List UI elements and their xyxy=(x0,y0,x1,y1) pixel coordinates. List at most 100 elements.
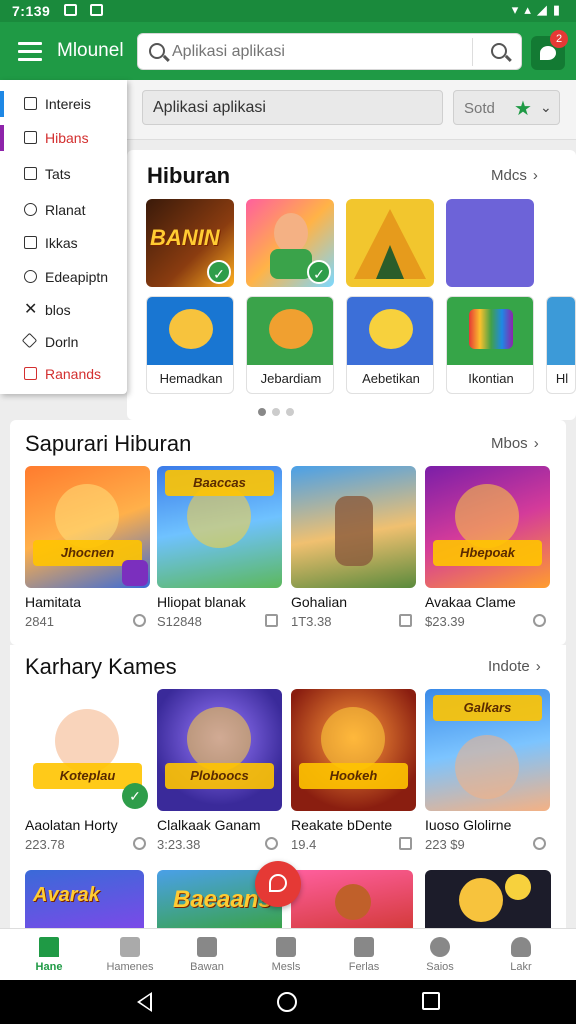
app-name: Jebardiam xyxy=(260,371,322,386)
game-name: Gohalian xyxy=(291,594,348,610)
game-count: 2841 xyxy=(25,614,54,629)
more-link[interactable]: Mdcs › xyxy=(491,167,538,184)
drawer-item-label: blos xyxy=(45,302,71,318)
book-icon xyxy=(354,937,374,957)
app-tile[interactable] xyxy=(446,199,534,287)
game-name: Aaolatan Horty xyxy=(25,817,118,833)
back-icon[interactable] xyxy=(137,992,152,1012)
system-navigation-bar xyxy=(0,980,576,1024)
game-name: Reakate bDente xyxy=(291,817,393,833)
app-art xyxy=(547,297,575,365)
search-bar[interactable] xyxy=(137,33,522,70)
game-count: $23.39 xyxy=(425,614,465,629)
bottom-navigation: Hane Hamenes Bawan Mesls Ferlas Saios La… xyxy=(0,928,576,980)
game-thumbnail: Baaccas xyxy=(157,466,282,588)
carousel-dots xyxy=(258,403,300,421)
carousel-dot[interactable] xyxy=(272,408,280,416)
info-icon xyxy=(133,614,146,627)
nav-item-home[interactable]: Hane xyxy=(8,929,90,981)
drawer-item-dorln[interactable]: Dorln xyxy=(0,327,127,357)
diamond-icon xyxy=(21,332,38,349)
app-card[interactable]: Ikontian xyxy=(446,296,534,394)
drawer-item-hibans[interactable]: Hibans xyxy=(0,123,127,153)
chevron-right-icon: › xyxy=(533,435,539,452)
more-label: Mbos xyxy=(491,435,528,452)
drawer-item-ranands[interactable]: Ranands xyxy=(0,359,127,389)
game-name: Hliopat blanak xyxy=(157,594,246,610)
character-art xyxy=(169,309,213,349)
drawer-item-rlanat[interactable]: Rlanat xyxy=(0,195,127,225)
character-art xyxy=(270,249,312,279)
drawer-item-tats[interactable]: Tats xyxy=(0,159,127,189)
nav-label: Lakr xyxy=(510,961,532,973)
sort-dropdown[interactable]: Sotd ★ ⌄ xyxy=(453,90,560,125)
section-title: Sapurari Hiburan xyxy=(25,431,192,456)
app-tile[interactable] xyxy=(346,199,434,287)
filter-input[interactable]: Aplikasi aplikasi xyxy=(142,90,443,125)
document-icon xyxy=(276,937,296,957)
nav-item-ferlas[interactable]: Ferlas xyxy=(323,929,405,981)
more-link[interactable]: Mbos › xyxy=(491,435,539,452)
carousel-dot[interactable] xyxy=(286,408,294,416)
nav-item-mesls[interactable]: Mesls xyxy=(245,929,327,981)
game-art-title: Baaccas xyxy=(165,470,274,496)
more-link[interactable]: Indote › xyxy=(488,658,541,675)
nav-label: Hane xyxy=(35,961,63,973)
hamburger-icon[interactable] xyxy=(18,42,42,61)
recent-apps-icon[interactable] xyxy=(422,992,440,1010)
section-title: Karhary Kames xyxy=(25,654,177,679)
chat-fab-button[interactable] xyxy=(255,861,301,907)
carousel-dot[interactable] xyxy=(258,408,266,416)
nav-label: Ferlas xyxy=(348,961,380,973)
game-name: Iuoso Glolirne xyxy=(425,817,512,833)
game-thumbnail[interactable] xyxy=(291,870,413,928)
games-icon xyxy=(120,937,140,957)
info-icon xyxy=(133,837,146,850)
game-thumbnail[interactable]: Avarak xyxy=(25,870,144,928)
game-count: 223 $9 xyxy=(425,837,465,852)
nav-item-games[interactable]: Hamenes xyxy=(89,929,171,981)
emoji-art xyxy=(459,878,503,922)
nav-item-saios[interactable]: Saios xyxy=(399,929,481,981)
game-thumbnail[interactable] xyxy=(425,870,551,928)
tile-art-text: BANIN xyxy=(150,225,220,250)
app-card[interactable]: Aebetikan xyxy=(346,296,434,394)
game-count: S12848 xyxy=(157,614,202,629)
app-card[interactable]: Jebardiam xyxy=(246,296,334,394)
app-card[interactable]: Hl xyxy=(546,296,576,394)
drawer-item-label: Tats xyxy=(45,166,71,182)
character-art xyxy=(455,735,519,799)
search-input[interactable] xyxy=(172,41,462,63)
check-icon: ✓ xyxy=(207,260,231,284)
game-art-title: Galkars xyxy=(433,695,542,721)
home-circle-icon[interactable] xyxy=(277,992,297,1012)
app-title: Mlounel xyxy=(57,40,124,61)
nav-item-bawan[interactable]: Bawan xyxy=(166,929,248,981)
chevron-down-icon: ⌄ xyxy=(540,99,552,115)
badge-icon xyxy=(122,560,148,586)
info-icon xyxy=(533,614,546,627)
drawer-item-ikkas[interactable]: Ikkas xyxy=(0,228,127,258)
drawer-item-blos[interactable]: ✕ blos xyxy=(0,295,127,325)
drawer-item-label: Ikkas xyxy=(45,235,78,251)
mail-icon xyxy=(24,367,37,380)
app-tile[interactable]: ✓ xyxy=(246,199,334,287)
file-icon xyxy=(24,236,37,249)
drawer-item-interests[interactable]: Intereis xyxy=(0,89,127,119)
drawer-item-label: Rlanat xyxy=(45,202,86,218)
user-icon xyxy=(24,203,37,216)
drawer-item-label: Dorln xyxy=(45,334,79,350)
nav-item-profile[interactable]: Lakr xyxy=(480,929,562,981)
drawer-item-edeapiptn[interactable]: Edeapiptn xyxy=(0,262,127,292)
app-tile[interactable]: BANIN ✓ xyxy=(146,199,234,287)
app-card[interactable]: Hemadkan xyxy=(146,296,234,394)
game-thumbnail: Koteplau ✓ xyxy=(25,689,150,811)
tools-icon: ✕ xyxy=(24,301,38,318)
character-art xyxy=(274,213,308,253)
document-icon xyxy=(24,167,37,180)
search-icon[interactable] xyxy=(491,43,507,59)
character-art xyxy=(335,884,371,920)
notifications-button[interactable]: 2 xyxy=(531,30,568,70)
game-art-title: Hbepoak xyxy=(433,540,542,566)
chevron-right-icon: › xyxy=(535,658,541,675)
